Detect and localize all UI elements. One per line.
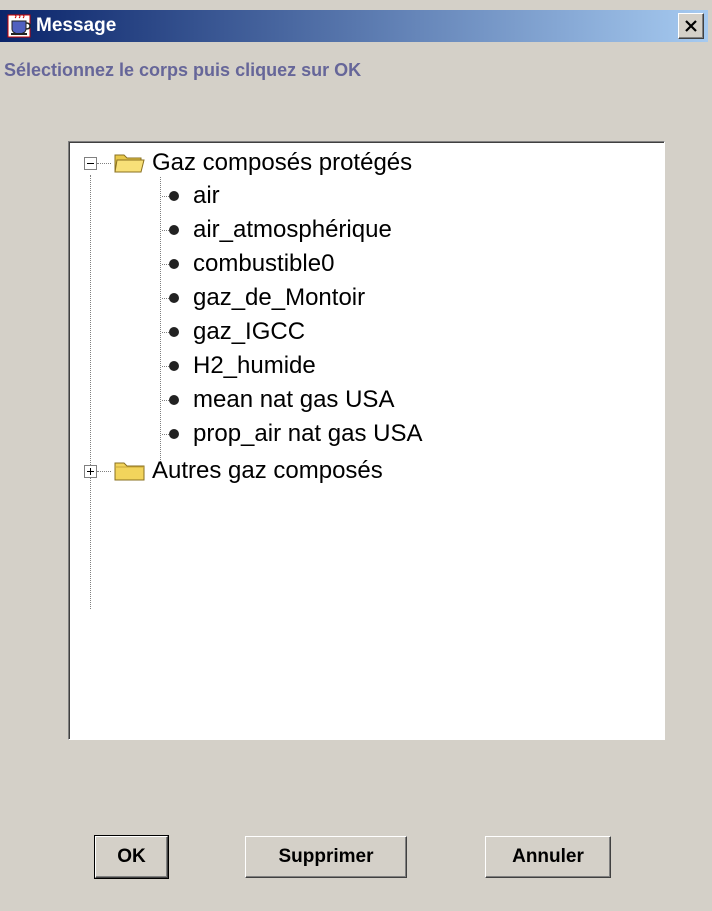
- tree-item-label: gaz_IGCC: [193, 318, 306, 345]
- close-icon: [685, 20, 697, 32]
- cancel-button[interactable]: Annuler: [485, 836, 611, 878]
- java-cup-icon: [6, 13, 32, 39]
- tree-item[interactable]: mean nat gas USA: [69, 384, 629, 417]
- close-button[interactable]: [678, 13, 704, 39]
- expand-icon[interactable]: [84, 465, 97, 478]
- tree-item[interactable]: gaz_de_Montoir: [69, 282, 629, 315]
- tree-item[interactable]: air_atmosphérique: [69, 214, 629, 247]
- tree-item-label: air_atmosphérique: [193, 216, 392, 243]
- tree-item[interactable]: prop_air nat gas USA: [69, 418, 629, 451]
- leaf-icon: [169, 327, 179, 337]
- window-title: Message: [36, 15, 117, 36]
- leaf-icon: [169, 293, 179, 303]
- tree-item-label: combustible0: [193, 250, 335, 277]
- leaf-icon: [169, 395, 179, 405]
- leaf-icon: [169, 361, 179, 371]
- tree-item[interactable]: air: [69, 180, 629, 213]
- title-bar[interactable]: Message: [0, 10, 708, 42]
- tree-item[interactable]: combustible0: [69, 248, 629, 281]
- collapse-icon[interactable]: [84, 157, 97, 170]
- closed-folder-icon: [114, 459, 146, 481]
- tree-item-label: mean nat gas USA: [193, 386, 395, 413]
- ok-button[interactable]: OK: [94, 835, 169, 879]
- tree-group-protected[interactable]: Gaz composés protégés: [69, 146, 629, 179]
- instruction-text: Sélectionnez le corps puis cliquez sur O…: [4, 60, 362, 80]
- tree-group-label: Autres gaz composés: [152, 457, 383, 484]
- tree-item-label: H2_humide: [193, 352, 316, 379]
- tree-group-label: Gaz composés protégés: [152, 149, 413, 176]
- leaf-icon: [169, 429, 179, 439]
- tree-item-label: air: [193, 182, 220, 209]
- tree-item-label: prop_air nat gas USA: [193, 420, 423, 447]
- leaf-icon: [169, 191, 179, 201]
- delete-button[interactable]: Supprimer: [245, 836, 407, 878]
- leaf-icon: [169, 259, 179, 269]
- tree-item-label: gaz_de_Montoir: [193, 284, 366, 311]
- tree-item[interactable]: H2_humide: [69, 350, 629, 383]
- tree-item[interactable]: gaz_IGCC: [69, 316, 629, 349]
- open-folder-icon: [114, 151, 146, 173]
- tree-group-others[interactable]: Autres gaz composés: [69, 454, 629, 487]
- leaf-icon: [169, 225, 179, 235]
- message-dialog: Message Sélectionnez le corps puis cliqu…: [0, 0, 712, 911]
- gas-tree[interactable]: Gaz composés protégés air air_atmosphéri…: [68, 141, 665, 740]
